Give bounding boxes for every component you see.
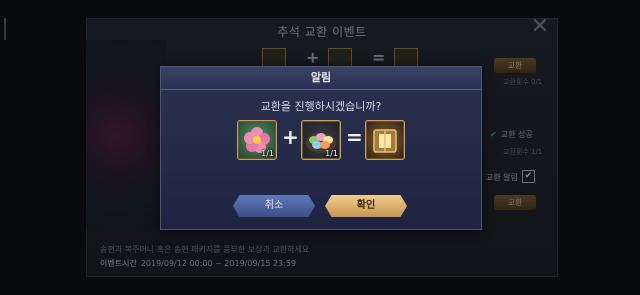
cancel-button[interactable]: 취소 — [233, 195, 315, 217]
item-quantity: 1/1 — [325, 149, 338, 158]
dialog-question: 교환을 진행하시겠습니까? — [260, 100, 382, 113]
treasure-box-icon — [365, 120, 405, 160]
confirm-button[interactable]: 확인 — [325, 195, 407, 217]
dialog-title: 알림 — [161, 67, 481, 90]
flower-icon: 1/1 — [237, 120, 277, 160]
confirm-dialog: 알림 교환을 진행하시겠습니까? 1/1 + 1/1 = 취소 확인 — [160, 66, 482, 230]
songpyeon-plate-icon: 1/1 — [301, 120, 341, 160]
item-quantity: 1/1 — [261, 149, 274, 158]
equals-icon: = — [346, 125, 363, 149]
plus-icon: + — [282, 125, 299, 149]
